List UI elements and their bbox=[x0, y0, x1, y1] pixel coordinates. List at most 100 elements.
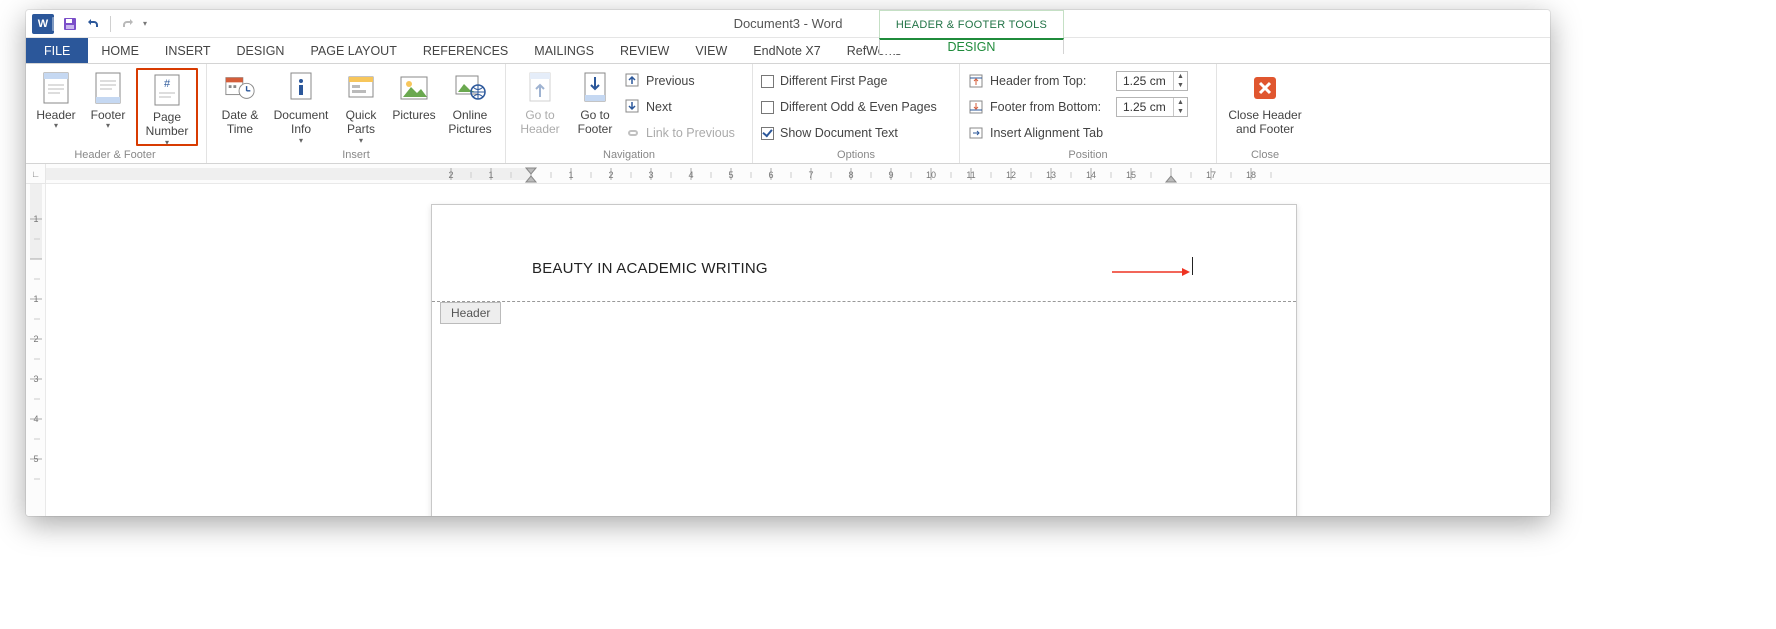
word-app-icon: W bbox=[32, 14, 54, 34]
group-close-label: Close bbox=[1225, 148, 1305, 161]
calendar-clock-icon bbox=[224, 72, 256, 104]
header-label: Header bbox=[36, 108, 75, 122]
workarea: ∟ 211234567891011121314151718 112345 BEA… bbox=[26, 164, 1550, 516]
date-time-label: Date & Time bbox=[215, 108, 265, 138]
qat-customize-icon[interactable]: ▾ bbox=[143, 19, 147, 28]
go-to-header-button[interactable]: Go to Header bbox=[514, 68, 566, 146]
next-button[interactable]: Next bbox=[624, 96, 744, 118]
tab-design-contextual[interactable]: DESIGN bbox=[879, 38, 1064, 54]
qat-separator bbox=[110, 16, 111, 32]
different-first-page-label: Different First Page bbox=[780, 74, 887, 88]
tab-home[interactable]: HOME bbox=[88, 38, 152, 63]
header-from-top-input[interactable]: ▲▼ bbox=[1116, 71, 1188, 91]
ribbon-tabs: FILE HOME INSERT DESIGN PAGE LAYOUT REFE… bbox=[26, 38, 1550, 64]
svg-text:11: 11 bbox=[966, 170, 975, 180]
quick-access-toolbar: W ▾ bbox=[26, 14, 147, 34]
date-time-button[interactable]: Date & Time bbox=[215, 68, 265, 146]
group-insert: Date & Time Document Info▾ Quick Parts▾ … bbox=[207, 64, 506, 163]
tab-endnote[interactable]: EndNote X7 bbox=[740, 38, 833, 63]
vertical-ruler[interactable]: 112345 bbox=[26, 184, 46, 516]
quick-parts-button[interactable]: Quick Parts▾ bbox=[337, 68, 385, 146]
footer-button[interactable]: Footer▾ bbox=[84, 68, 132, 146]
tab-view[interactable]: VIEW bbox=[682, 38, 740, 63]
group-options-label: Options bbox=[761, 148, 951, 161]
document-page[interactable]: BEAUTY IN ACADEMIC WRITING Header bbox=[431, 204, 1297, 516]
alignment-tab-icon bbox=[968, 125, 984, 141]
different-odd-even-checkbox[interactable]: Different Odd & Even Pages bbox=[761, 96, 951, 118]
page-number-button[interactable]: # Page Number▾ bbox=[136, 68, 198, 146]
close-header-footer-button[interactable]: Close Header and Footer bbox=[1225, 68, 1305, 146]
spin-down-icon[interactable]: ▼ bbox=[1174, 81, 1187, 90]
quick-parts-icon bbox=[345, 72, 377, 104]
undo-icon[interactable] bbox=[86, 16, 102, 32]
group-header-footer-label: Header & Footer bbox=[32, 148, 198, 161]
different-first-page-checkbox[interactable]: Different First Page bbox=[761, 70, 951, 92]
footer-label: Footer bbox=[91, 108, 126, 122]
annotation-arrow-icon bbox=[1112, 265, 1192, 279]
online-pictures-label: Online Pictures bbox=[443, 108, 497, 138]
checkbox-icon bbox=[761, 75, 774, 88]
footer-from-bottom-input[interactable]: ▲▼ bbox=[1116, 97, 1188, 117]
show-document-text-label: Show Document Text bbox=[780, 126, 898, 140]
pictures-icon bbox=[398, 72, 430, 104]
svg-text:14: 14 bbox=[1086, 170, 1096, 180]
spin-down-icon[interactable]: ▼ bbox=[1174, 107, 1187, 116]
different-odd-even-label: Different Odd & Even Pages bbox=[780, 100, 937, 114]
spin-up-icon[interactable]: ▲ bbox=[1174, 98, 1187, 107]
redo-icon[interactable] bbox=[119, 16, 135, 32]
link-to-previous-button[interactable]: Link to Previous bbox=[624, 122, 744, 144]
svg-text:13: 13 bbox=[1046, 170, 1056, 180]
header-button[interactable]: Header▾ bbox=[32, 68, 80, 146]
spin-up-icon[interactable]: ▲ bbox=[1174, 72, 1187, 81]
checkbox-checked-icon bbox=[761, 127, 774, 140]
header-text[interactable]: BEAUTY IN ACADEMIC WRITING bbox=[532, 260, 768, 277]
header-top-icon bbox=[968, 73, 984, 89]
go-to-footer-label: Go to Footer bbox=[570, 108, 620, 138]
online-pictures-icon bbox=[454, 72, 486, 104]
insert-alignment-tab-button[interactable]: Insert Alignment Tab bbox=[968, 122, 1208, 144]
svg-text:4: 4 bbox=[688, 170, 693, 180]
online-pictures-button[interactable]: Online Pictures bbox=[443, 68, 497, 146]
text-cursor bbox=[1192, 257, 1193, 275]
tab-design[interactable]: DESIGN bbox=[224, 38, 298, 63]
tab-mailings[interactable]: MAILINGS bbox=[521, 38, 607, 63]
header-top-value[interactable] bbox=[1117, 74, 1173, 88]
save-icon[interactable] bbox=[62, 16, 78, 32]
header-tag: Header bbox=[440, 302, 501, 324]
footer-bottom-icon bbox=[968, 99, 984, 115]
svg-text:2: 2 bbox=[33, 334, 38, 344]
group-options: Different First Page Different Odd & Eve… bbox=[753, 64, 960, 163]
pictures-button[interactable]: Pictures bbox=[389, 68, 439, 146]
footer-bottom-value[interactable] bbox=[1117, 100, 1173, 114]
close-icon bbox=[1249, 72, 1281, 104]
pictures-label: Pictures bbox=[392, 108, 435, 138]
svg-text:9: 9 bbox=[888, 170, 893, 180]
horizontal-ruler[interactable]: 211234567891011121314151718 bbox=[46, 164, 1550, 184]
svg-text:3: 3 bbox=[33, 374, 38, 384]
group-close: Close Header and Footer Close bbox=[1217, 64, 1313, 163]
svg-text:12: 12 bbox=[1006, 170, 1016, 180]
document-info-button[interactable]: Document Info▾ bbox=[269, 68, 333, 146]
document-info-icon bbox=[285, 72, 317, 104]
go-to-header-icon bbox=[524, 72, 556, 104]
svg-text:10: 10 bbox=[926, 170, 936, 180]
tab-references[interactable]: REFERENCES bbox=[410, 38, 521, 63]
link-icon bbox=[624, 124, 640, 143]
svg-text:5: 5 bbox=[33, 454, 38, 464]
group-position: Header from Top: ▲▼ Footer from Bottom: … bbox=[960, 64, 1217, 163]
tab-insert[interactable]: INSERT bbox=[152, 38, 224, 63]
ribbon: Header▾ Footer▾ # Page Number▾ Header & … bbox=[26, 64, 1550, 164]
tab-file[interactable]: FILE bbox=[26, 38, 88, 63]
tab-review[interactable]: REVIEW bbox=[607, 38, 682, 63]
contextual-tab-label: HEADER & FOOTER TOOLS bbox=[879, 10, 1064, 38]
show-document-text-checkbox[interactable]: Show Document Text bbox=[761, 122, 951, 144]
previous-button[interactable]: Previous bbox=[624, 70, 744, 92]
svg-text:7: 7 bbox=[808, 170, 813, 180]
tab-page-layout[interactable]: PAGE LAYOUT bbox=[297, 38, 409, 63]
svg-text:3: 3 bbox=[648, 170, 653, 180]
go-to-footer-button[interactable]: Go to Footer bbox=[570, 68, 620, 146]
next-label: Next bbox=[646, 100, 672, 114]
window-title: Document3 - Word bbox=[26, 16, 1550, 31]
checkbox-icon bbox=[761, 101, 774, 114]
navigation-mini-column: Previous Next Link to Previous bbox=[624, 68, 744, 144]
